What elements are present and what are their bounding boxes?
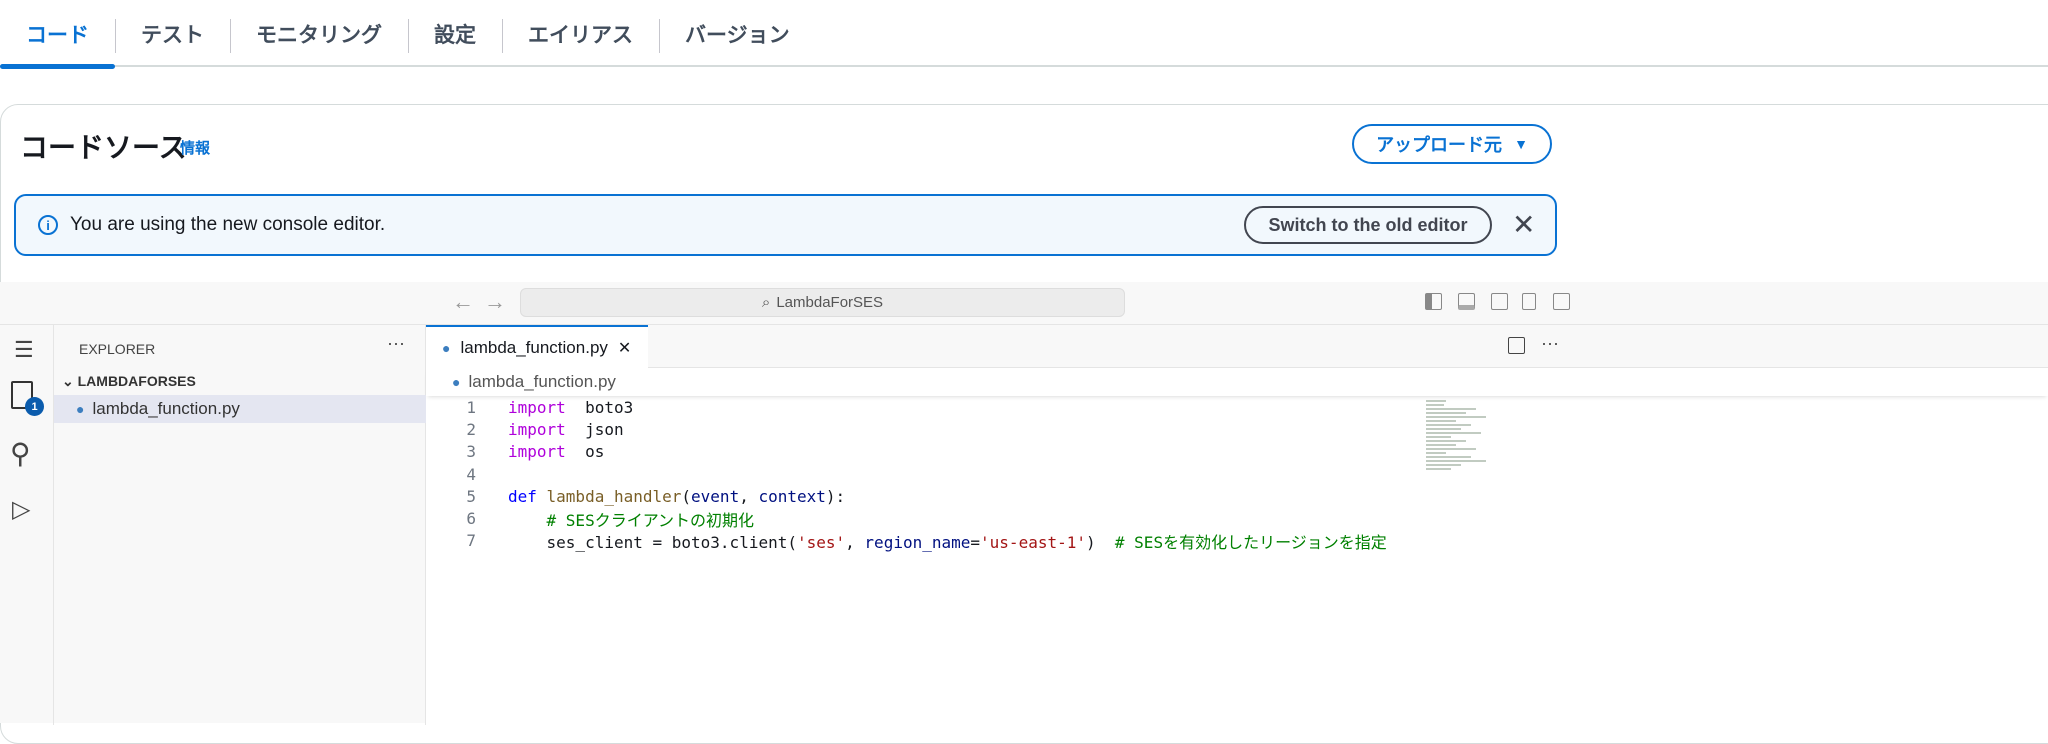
code-text: import json	[508, 420, 624, 439]
chevron-down-icon: ⌄	[62, 373, 78, 389]
line-number: 7	[466, 531, 476, 551]
activity-bar: ☰ 1 ⚲ ▷	[0, 325, 54, 725]
code-token: event	[691, 486, 740, 506]
code-text: ses_client = boto3.client('ses', region_…	[508, 529, 1387, 553]
search-icon: ⌕	[761, 294, 771, 311]
customize-layout-icon[interactable]	[1522, 293, 1536, 310]
info-icon: i	[38, 215, 58, 235]
switch-old-editor-button[interactable]: Switch to the old editor	[1244, 206, 1492, 244]
back-arrow-icon[interactable]: ←	[452, 289, 474, 315]
toggle-primary-sidebar-icon[interactable]	[1425, 293, 1442, 310]
code-text: import boto3	[508, 398, 633, 417]
line-number: 6	[466, 509, 476, 529]
upload-from-button[interactable]: アップロード元 ▼	[1352, 124, 1552, 164]
tab-versions[interactable]: バージョン	[659, 0, 816, 67]
code-token: # SESを有効化したリージョンを指定	[1114, 532, 1387, 552]
ide-titlebar: ← → ⌕ LambdaForSES	[0, 282, 2048, 325]
code-line[interactable]: 7 ses_client = boto3.client('ses', regio…	[426, 529, 1387, 553]
code-line[interactable]: 1 import boto3	[426, 396, 1387, 418]
breadcrumb-file[interactable]: lambda_function.py	[468, 372, 615, 392]
search-icon[interactable]: ⚲	[10, 437, 31, 470]
close-icon[interactable]: ✕	[1512, 208, 1535, 241]
explorer-title: EXPLORER	[79, 341, 156, 357]
code-token: json	[565, 419, 624, 439]
code-token: 'us-east-1'	[980, 532, 1086, 552]
tab-aliases[interactable]: エイリアス	[502, 0, 659, 67]
line-number: 3	[466, 442, 476, 462]
code-token: ,	[845, 532, 865, 552]
code-token: ):	[825, 486, 846, 506]
split-editor-icon[interactable]	[1508, 337, 1525, 354]
code-token: os	[565, 442, 605, 462]
code-text: def lambda_handler(event, context):	[508, 487, 845, 506]
line-number: 4	[466, 464, 476, 484]
code-token: import	[508, 419, 566, 439]
minimap[interactable]	[1426, 398, 1496, 528]
python-icon: ●	[442, 339, 451, 356]
code-line[interactable]: 2 import json	[426, 418, 1387, 440]
caret-down-icon: ▼	[1514, 136, 1528, 152]
code-token: def	[508, 486, 547, 506]
forward-arrow-icon[interactable]: →	[484, 289, 506, 315]
code-token: ,	[739, 486, 759, 506]
upload-label: アップロード元	[1376, 135, 1503, 155]
toggle-secondary-sidebar-icon[interactable]	[1491, 293, 1508, 310]
file-lambda-function[interactable]: ● lambda_function.py	[54, 395, 426, 423]
code-token: # SESクライアントの初期化	[546, 510, 755, 530]
more-actions-icon[interactable]: ···	[1541, 333, 1559, 354]
tab-monitoring[interactable]: モニタリング	[230, 0, 408, 67]
python-icon: ●	[76, 401, 85, 417]
python-icon: ●	[452, 374, 461, 390]
toggle-panel-icon[interactable]	[1458, 293, 1475, 310]
code-token: import	[508, 442, 566, 462]
code-token: lambda_handler	[546, 486, 682, 506]
editor-area: ● lambda_function.py ✕ ··· ● lambda_functio…	[426, 325, 2048, 725]
line-number: 2	[466, 419, 476, 439]
code-line[interactable]: 4	[426, 463, 1387, 485]
code-token: 'ses'	[796, 532, 846, 552]
menu-icon[interactable]: ☰	[14, 337, 34, 363]
code-line[interactable]: 3 import os	[426, 441, 1387, 463]
code-token: boto3	[565, 397, 634, 417]
tab-label: lambda_function.py	[460, 337, 608, 357]
folder-name: LAMBDAFORSES	[77, 373, 196, 389]
line-number: 1	[466, 397, 476, 417]
code-token: ses_client = boto3.client(	[508, 532, 797, 552]
code-token: region_name	[864, 532, 971, 552]
command-center-search[interactable]: ⌕ LambdaForSES	[520, 288, 1125, 317]
breadcrumb: ● lambda_function.py	[426, 368, 2048, 396]
tab-bar: コード テスト モニタリング 設定 エイリアス バージョン	[0, 0, 2048, 69]
line-number: 5	[466, 486, 476, 506]
code-token: )	[1086, 532, 1115, 552]
code-token: import	[508, 397, 566, 417]
run-debug-icon[interactable]: ▷	[12, 495, 30, 524]
more-actions-icon[interactable]: ···	[387, 333, 405, 354]
close-tab-icon[interactable]: ✕	[618, 338, 631, 358]
file-name: lambda_function.py	[92, 399, 240, 418]
explorer-panel: EXPLORER ··· ⌄ LAMBDAFORSES ● lambda_func…	[54, 325, 426, 725]
code-text: # SESクライアントの初期化	[508, 507, 755, 531]
section-title: コードソース	[20, 132, 187, 163]
info-link[interactable]: 情報	[180, 137, 210, 158]
editor-tabs: ● lambda_function.py ✕ ···	[426, 325, 2048, 368]
tab-code[interactable]: コード	[0, 0, 115, 69]
badge-count: 1	[25, 397, 44, 416]
code-token: =	[970, 532, 981, 552]
tab-test[interactable]: テスト	[115, 0, 230, 67]
code-lines[interactable]: 1 import boto3 2 import json 3 import os 4 5 def…	[426, 396, 1387, 553]
info-alert: i You are using the new console editor. …	[14, 194, 1557, 256]
code-token: context	[758, 486, 826, 506]
editor-tab-lambda-function[interactable]: ● lambda_function.py ✕	[426, 325, 648, 368]
code-line[interactable]: 5 def lambda_handler(event, context):	[426, 485, 1387, 507]
code-editor-ide: ← → ⌕ LambdaForSES ☰ 1 ⚲ ▷ EXPLORER ··· ⌄…	[0, 282, 2048, 725]
tab-settings[interactable]: 設定	[408, 0, 502, 67]
code-token: (	[681, 486, 692, 506]
folder-lambdaforses[interactable]: ⌄ LAMBDAFORSES	[62, 373, 196, 390]
search-label: LambdaForSES	[776, 294, 884, 311]
alert-message: You are using the new console editor.	[70, 214, 386, 235]
fullscreen-icon[interactable]	[1553, 293, 1570, 310]
code-line[interactable]: 6 # SESクライアントの初期化	[426, 507, 1387, 531]
code-text: import os	[508, 442, 604, 461]
